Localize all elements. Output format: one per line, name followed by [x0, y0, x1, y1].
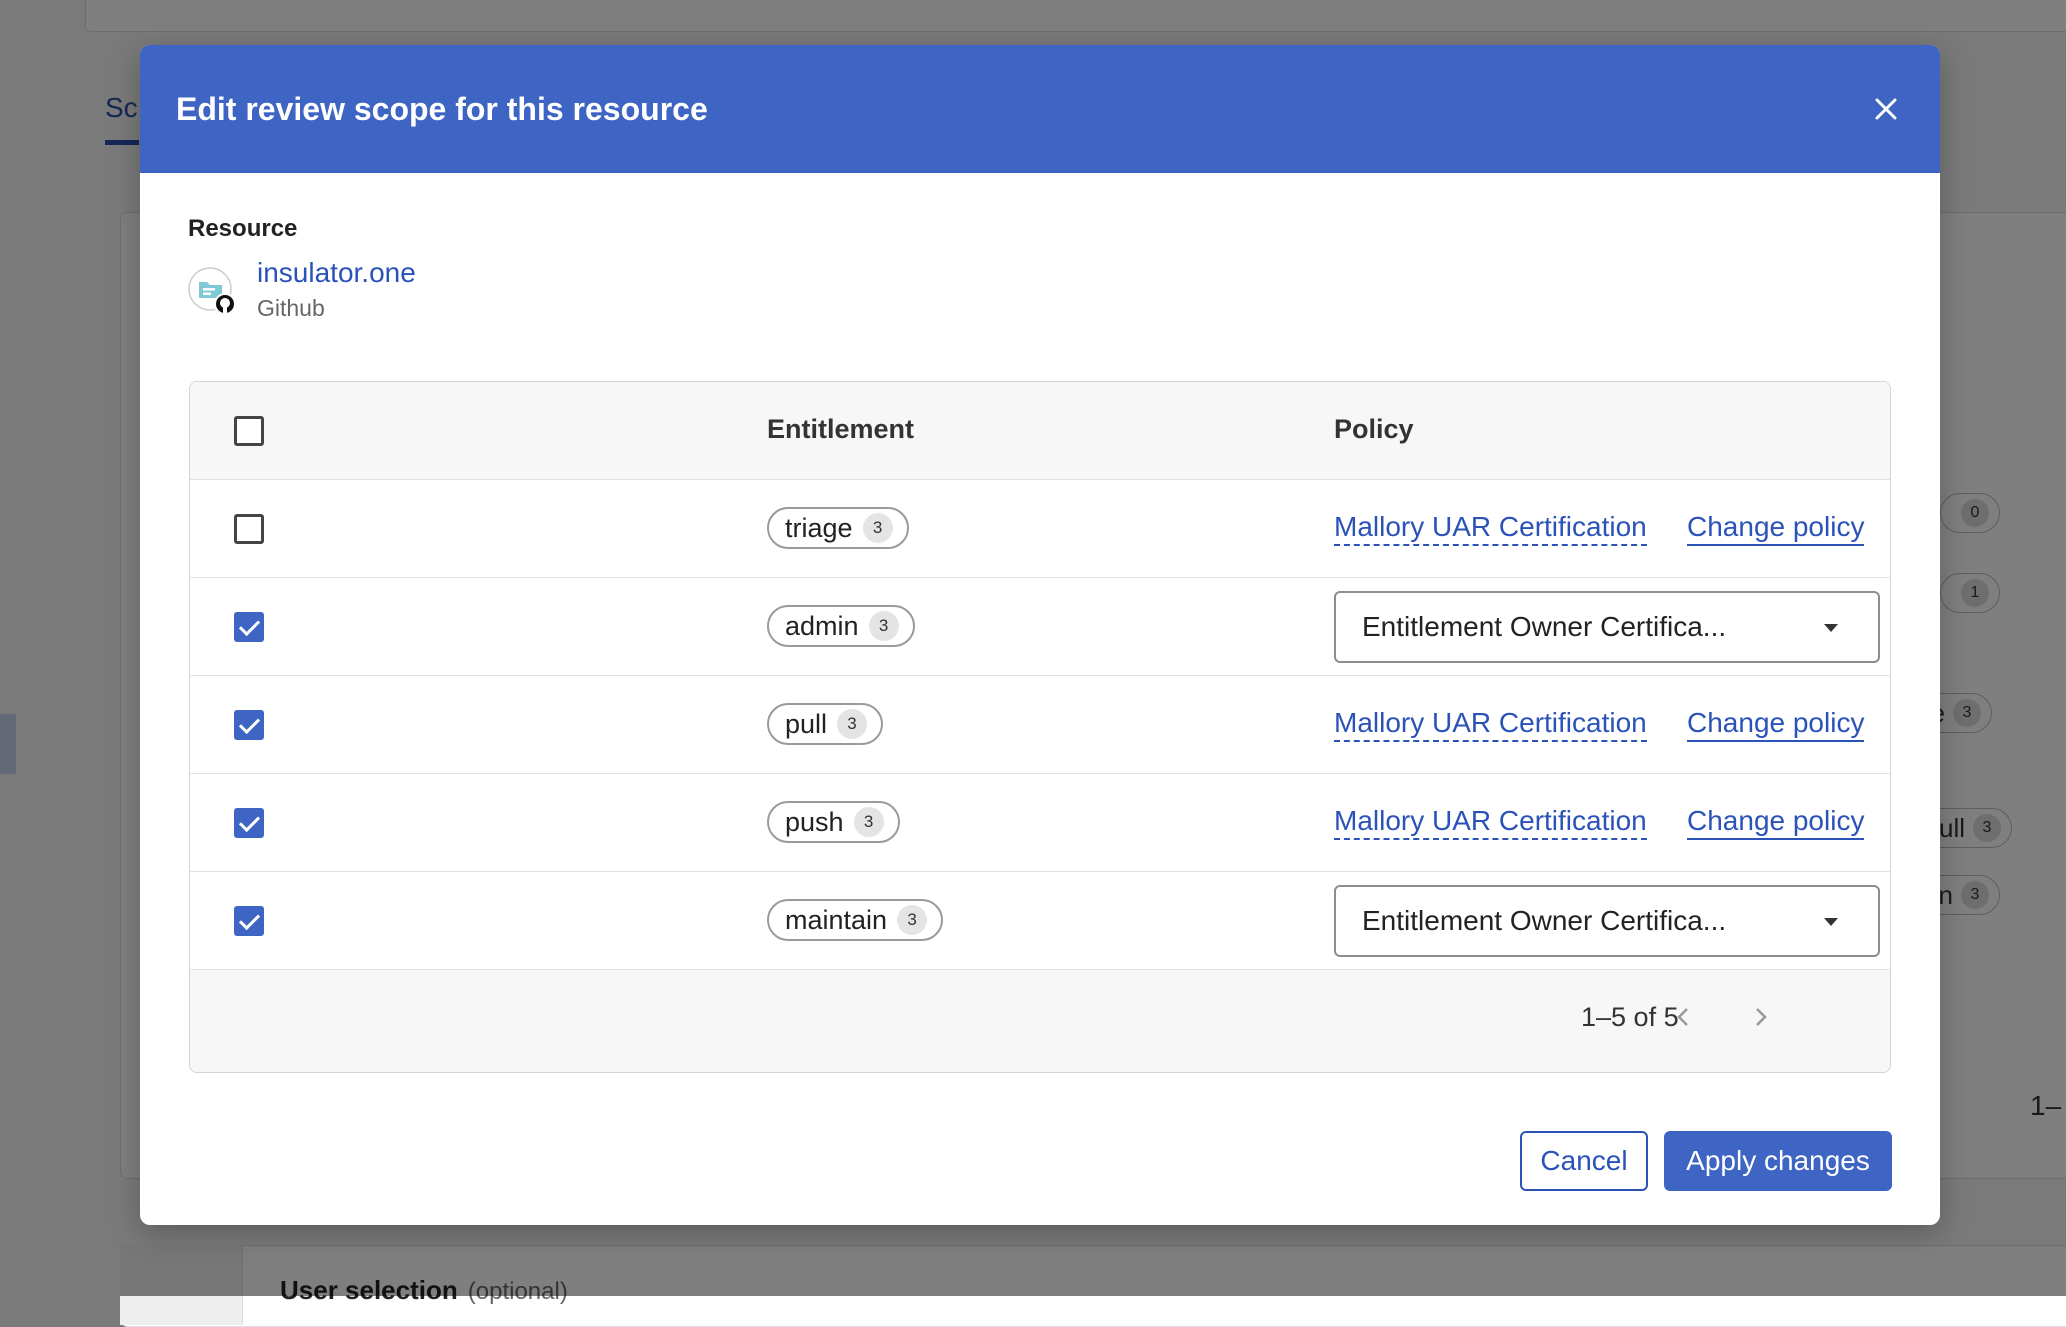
row-checkbox[interactable] [234, 808, 264, 838]
table-header-row: Entitlement Policy [190, 382, 1890, 480]
table-row: admin3 Entitlement Owner Certifica... [190, 578, 1890, 676]
column-header-policy: Policy [1334, 414, 1414, 445]
cancel-button[interactable]: Cancel [1520, 1131, 1648, 1191]
policy-link[interactable]: Mallory UAR Certification [1334, 510, 1647, 546]
change-policy-link[interactable]: Change policy [1687, 510, 1864, 546]
entitlement-chip: pull3 [767, 703, 883, 745]
resource-label: Resource [188, 215, 297, 243]
entitlement-count-badge: 3 [863, 513, 893, 543]
modal-title: Edit review scope for this resource [176, 91, 708, 128]
previous-page-button[interactable] [1667, 1000, 1701, 1034]
table-row: push3 Mallory UAR Certification Change p… [190, 774, 1890, 872]
column-header-entitlement: Entitlement [767, 414, 914, 445]
dropdown-caret-icon [1824, 624, 1838, 632]
entitlement-count-badge: 3 [837, 709, 867, 739]
github-icon [214, 293, 236, 315]
entitlement-chip: maintain3 [767, 899, 943, 941]
table-pagination-bar: 1–5 of 5 [190, 970, 1890, 1072]
chevron-left-icon [1667, 1000, 1701, 1034]
entitlement-chip: push3 [767, 801, 900, 843]
resource-name-link[interactable]: insulator.one [257, 257, 416, 289]
table-row: pull3 Mallory UAR Certification Change p… [190, 676, 1890, 774]
policy-link[interactable]: Mallory UAR Certification [1334, 706, 1647, 742]
resource-avatar [188, 267, 236, 315]
policy-link[interactable]: Mallory UAR Certification [1334, 804, 1647, 840]
apply-changes-button[interactable]: Apply changes [1664, 1131, 1892, 1191]
entitlement-chip: admin3 [767, 605, 915, 647]
next-page-button[interactable] [1743, 1000, 1777, 1034]
policy-select[interactable]: Entitlement Owner Certifica... [1334, 591, 1880, 663]
dropdown-caret-icon [1824, 918, 1838, 926]
policy-select[interactable]: Entitlement Owner Certifica... [1334, 885, 1880, 957]
modal-header: Edit review scope for this resource [140, 45, 1940, 173]
row-checkbox[interactable] [234, 710, 264, 740]
close-icon [1875, 98, 1897, 120]
close-button[interactable] [1866, 89, 1906, 129]
change-policy-link[interactable]: Change policy [1687, 804, 1864, 840]
table-row: triage3 Mallory UAR Certification Change… [190, 480, 1890, 578]
entitlement-count-badge: 3 [854, 807, 884, 837]
entitlements-table: Entitlement Policy triage3 Mallory UAR C… [189, 381, 1891, 1073]
chevron-right-icon [1743, 1000, 1777, 1034]
entitlement-count-badge: 3 [897, 905, 927, 935]
select-all-checkbox[interactable] [234, 416, 264, 446]
row-checkbox[interactable] [234, 906, 264, 936]
row-checkbox[interactable] [234, 514, 264, 544]
resource-type: Github [257, 295, 325, 322]
table-row: maintain3 Entitlement Owner Certifica... [190, 872, 1890, 970]
change-policy-link[interactable]: Change policy [1687, 706, 1864, 742]
pagination-range: 1–5 of 5 [1581, 1002, 1679, 1033]
entitlement-count-badge: 3 [869, 611, 899, 641]
row-checkbox[interactable] [234, 612, 264, 642]
entitlement-chip: triage3 [767, 507, 909, 549]
edit-scope-modal: Edit review scope for this resource Reso… [140, 45, 1940, 1225]
